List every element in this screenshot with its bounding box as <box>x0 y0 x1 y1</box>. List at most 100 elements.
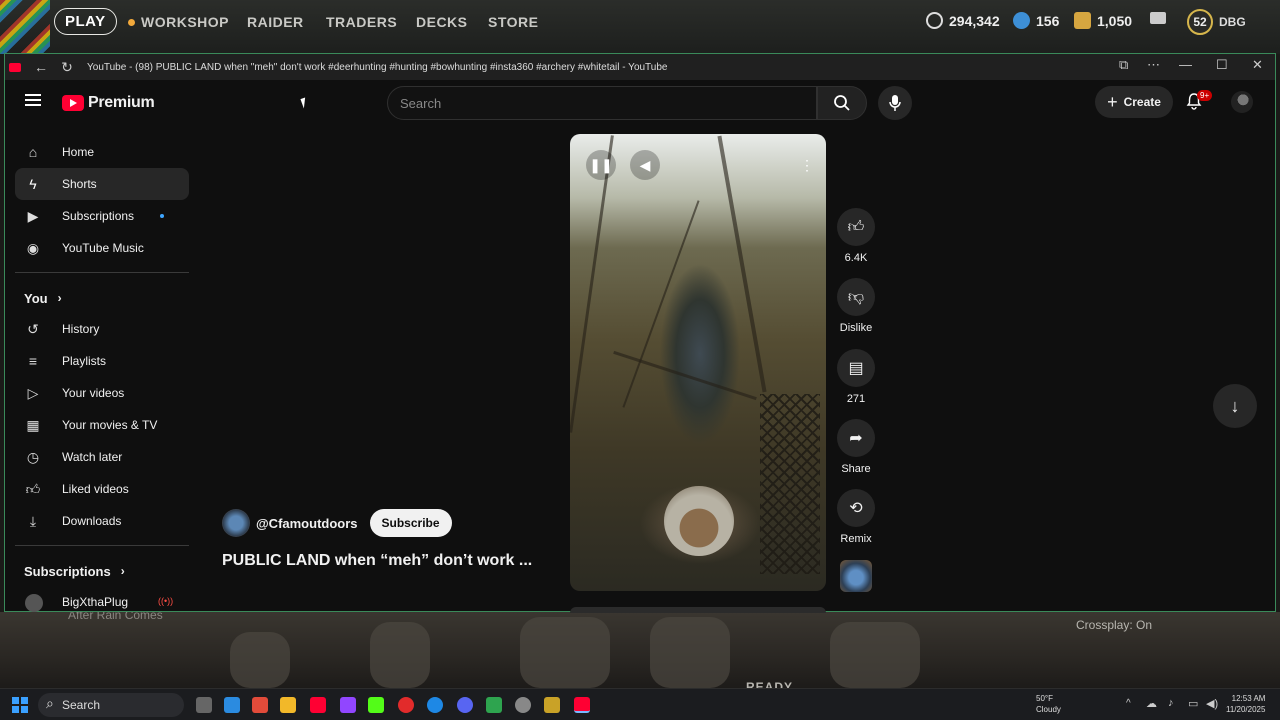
app-icon[interactable] <box>515 697 531 713</box>
next-short-button[interactable]: ↓ <box>1213 384 1257 428</box>
remix-action[interactable]: ⟲ Remix <box>837 489 875 545</box>
sidebar-item-label: YouTube Music <box>62 241 144 255</box>
sidebar-item-label: Liked videos <box>62 482 129 496</box>
nav-traders[interactable]: TRADERS <box>326 10 397 34</box>
sidebar-item-youtube-music[interactable]: ◉ YouTube Music <box>15 232 189 264</box>
title-bar: ← ↻ YouTube - (98) PUBLIC LAND when "meh… <box>5 54 1275 80</box>
player-profile[interactable]: 52 DBG <box>1187 9 1246 35</box>
weather-widget[interactable]: 50°F Cloudy <box>1036 693 1061 715</box>
refresh-icon[interactable]: ↻ <box>57 59 77 76</box>
voice-search-button[interactable] <box>878 86 912 120</box>
bg-figure <box>520 617 610 688</box>
back-icon[interactable]: ← <box>31 59 51 75</box>
sidebar: ⌂ Home ϟ Shorts ▶ Subscriptions ◉ YouTube Mu… <box>15 136 189 618</box>
clock-date: 11/20/2025 <box>1226 705 1266 714</box>
sidebar-item-your-videos[interactable]: ▷ Your videos <box>15 377 189 409</box>
sidebar-item-label: Your movies & TV <box>62 418 158 432</box>
twitch-icon[interactable] <box>340 697 356 713</box>
play-button[interactable]: PLAY <box>54 8 117 35</box>
thumbs-down-icon[interactable]: 👎︎ <box>837 278 875 316</box>
youtube-app-icon <box>9 62 21 72</box>
share-action[interactable]: ➦ Share <box>837 419 875 475</box>
currency-coins: 294,342 <box>926 12 1000 29</box>
account-avatar[interactable] <box>1231 91 1253 113</box>
speaker-icon[interactable]: ◀) <box>1206 697 1218 710</box>
nav-workshop-label: WORKSHOP <box>141 14 229 30</box>
network-icon[interactable]: ▭ <box>1188 697 1198 710</box>
taskview-icon[interactable] <box>196 697 212 713</box>
sidebar-item-subscription-channel[interactable]: BigXthaPlug ((•)) <box>15 586 189 618</box>
hamburger-menu-icon[interactable] <box>25 94 41 106</box>
minimize-icon[interactable]: — <box>1179 57 1192 72</box>
taskbar-search[interactable]: Search <box>38 693 184 717</box>
kick-icon[interactable] <box>368 697 384 713</box>
sidebar-you-heading[interactable]: You › <box>15 283 189 313</box>
like-action[interactable]: 👍︎ 6.4K <box>837 208 875 264</box>
youtube-active-icon[interactable] <box>574 697 590 713</box>
notification-count-badge: 9+ <box>1197 90 1213 101</box>
search-icon <box>834 95 850 111</box>
more-vertical-icon[interactable]: ⋮ <box>792 150 822 180</box>
kick-app-icon[interactable] <box>486 697 502 713</box>
create-label: Create <box>1123 95 1161 109</box>
youtube-icon[interactable] <box>310 697 326 713</box>
search-button[interactable] <box>817 86 867 120</box>
app-icon[interactable] <box>252 697 268 713</box>
discord-icon[interactable] <box>457 697 473 713</box>
nav-raider[interactable]: RAIDER <box>247 10 304 34</box>
sidebar-subscriptions-heading[interactable]: Subscriptions › <box>15 556 189 586</box>
maximize-icon[interactable]: ☐ <box>1216 57 1228 73</box>
youtube-premium-logo[interactable]: Premium <box>62 94 155 112</box>
comments-action[interactable]: ▤ 271 <box>837 349 875 405</box>
movies-icon: ▦ <box>26 417 40 433</box>
thumbs-up-icon[interactable]: 👍︎ <box>837 208 875 246</box>
more-options-icon[interactable]: ⋯ <box>1147 57 1160 73</box>
cloud-icon[interactable]: ☁ <box>1146 697 1157 710</box>
tray-chevron-icon[interactable]: ^ <box>1126 698 1131 709</box>
subscribe-button[interactable]: Subscribe <box>369 509 452 537</box>
create-button[interactable]: + Create <box>1095 86 1173 118</box>
mic-tray-icon[interactable]: ♪ <box>1168 697 1174 709</box>
pause-icon[interactable]: ❚❚ <box>586 150 616 180</box>
short-video-player[interactable]: ❚❚ ◀ ⋮ <box>570 134 826 591</box>
nav-store[interactable]: STORE <box>488 10 538 34</box>
copilot-icon[interactable] <box>224 697 240 713</box>
sidebar-item-history[interactable]: ↺ History <box>15 313 189 345</box>
share-label: Share <box>841 463 871 475</box>
next-short-preview[interactable] <box>570 607 826 613</box>
sidebar-item-playlists[interactable]: ≡ Playlists <box>15 345 189 377</box>
edge-icon[interactable] <box>427 697 443 713</box>
microphone-icon <box>889 95 901 111</box>
creator-avatar[interactable] <box>222 509 250 537</box>
comment-icon[interactable]: ▤ <box>837 349 875 387</box>
home-icon: ⌂ <box>28 144 38 160</box>
close-icon[interactable]: ✕ <box>1252 57 1263 73</box>
creator-name[interactable]: @Cfamoutdoors <box>256 516 358 531</box>
volume-icon[interactable]: ◀ <box>630 150 660 180</box>
sidebar-item-subscriptions[interactable]: ▶ Subscriptions <box>15 200 189 232</box>
dislike-action[interactable]: 👎︎ Dislike <box>837 278 875 334</box>
you-heading-label: You <box>24 290 48 306</box>
share-icon[interactable]: ➦ <box>837 419 875 457</box>
sidebar-item-home[interactable]: ⌂ Home <box>15 136 189 168</box>
sidebar-item-movies-tv[interactable]: ▦ Your movies & TV <box>15 409 189 441</box>
mail-icon[interactable] <box>1150 12 1166 24</box>
channel-audio-thumbnail[interactable] <box>840 560 872 592</box>
short-title[interactable]: PUBLIC LAND when “meh” don’t work ... <box>222 552 532 570</box>
app-available-icon[interactable]: ⧉ <box>1119 57 1128 73</box>
search-input[interactable]: Search <box>387 86 817 120</box>
sidebar-item-shorts[interactable]: ϟ Shorts <box>15 168 189 200</box>
remix-icon[interactable]: ⟲ <box>837 489 875 527</box>
sidebar-item-watch-later[interactable]: ◷ Watch later <box>15 441 189 473</box>
windows-start-icon[interactable] <box>12 697 28 713</box>
sidebar-item-downloads[interactable]: ⤓ Downloads <box>15 505 189 537</box>
window-title: YouTube - (98) PUBLIC LAND when "meh" do… <box>87 61 668 73</box>
sidebar-item-label: BigXthaPlug <box>62 595 129 609</box>
sidebar-item-liked-videos[interactable]: 👍︎ Liked videos <box>15 473 189 505</box>
file-explorer-icon[interactable] <box>280 697 296 713</box>
nav-workshop[interactable]: WORKSHOP <box>128 10 229 34</box>
youtube-music-icon[interactable] <box>398 697 414 713</box>
taskbar-clock[interactable]: 12:53 AM 11/20/2025 <box>1226 693 1265 715</box>
game-app-icon[interactable] <box>544 697 560 713</box>
nav-decks[interactable]: DECKS <box>416 10 468 34</box>
